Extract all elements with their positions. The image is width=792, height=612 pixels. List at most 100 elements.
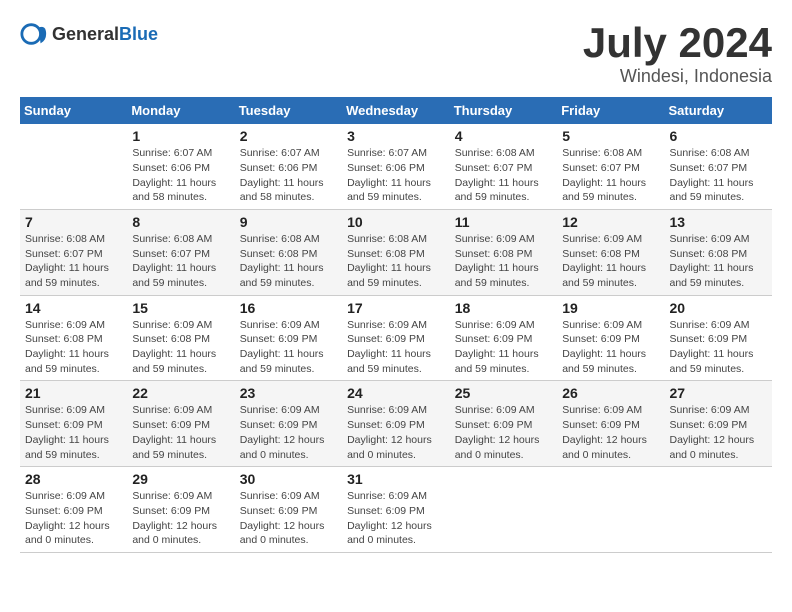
weekday-header-friday: Friday	[557, 97, 664, 124]
day-info: Sunrise: 6:08 AMSunset: 6:07 PMDaylight:…	[669, 146, 767, 205]
day-info: Sunrise: 6:09 AMSunset: 6:09 PMDaylight:…	[562, 403, 659, 462]
day-number: 27	[669, 385, 767, 401]
day-info: Sunrise: 6:08 AMSunset: 6:08 PMDaylight:…	[240, 232, 337, 291]
day-number: 6	[669, 128, 767, 144]
day-number: 20	[669, 300, 767, 316]
day-info: Sunrise: 6:09 AMSunset: 6:09 PMDaylight:…	[240, 318, 337, 377]
day-number: 3	[347, 128, 445, 144]
day-info: Sunrise: 6:09 AMSunset: 6:09 PMDaylight:…	[562, 318, 659, 377]
day-number: 29	[132, 471, 229, 487]
day-info: Sunrise: 6:08 AMSunset: 6:07 PMDaylight:…	[455, 146, 552, 205]
day-number: 15	[132, 300, 229, 316]
calendar-cell: 7Sunrise: 6:08 AMSunset: 6:07 PMDaylight…	[20, 209, 127, 295]
calendar-cell: 19 Sunrise: 6:09 AMSunset: 6:09 PMDayligh…	[557, 295, 664, 381]
day-info: Sunrise: 6:09 AMSunset: 6:09 PMDaylight:…	[347, 318, 445, 377]
calendar-cell: 29 Sunrise: 6:09 AMSunset: 6:09 PMDayligh…	[127, 467, 234, 553]
weekday-header-thursday: Thursday	[450, 97, 557, 124]
day-info: Sunrise: 6:09 AMSunset: 6:08 PMDaylight:…	[132, 318, 229, 377]
month-year-title: July 2024	[583, 20, 772, 66]
calendar-cell: 15 Sunrise: 6:09 AMSunset: 6:08 PMDayligh…	[127, 295, 234, 381]
calendar-cell: 24 Sunrise: 6:09 AMSunset: 6:09 PMDayligh…	[342, 381, 450, 467]
calendar-cell	[20, 124, 127, 209]
weekday-header-sunday: Sunday	[20, 97, 127, 124]
day-info: Sunrise: 6:08 AMSunset: 6:08 PMDaylight:…	[347, 232, 445, 291]
day-number: 5	[562, 128, 659, 144]
calendar-cell: 1 Sunrise: 6:07 AMSunset: 6:06 PMDaylight…	[127, 124, 234, 209]
day-number: 23	[240, 385, 337, 401]
day-number: 22	[132, 385, 229, 401]
day-info: Sunrise: 6:09 AMSunset: 6:09 PMDaylight:…	[25, 489, 122, 548]
day-number: 2	[240, 128, 337, 144]
day-number: 11	[455, 214, 552, 230]
calendar-cell: 6 Sunrise: 6:08 AMSunset: 6:07 PMDaylight…	[664, 124, 772, 209]
day-info: Sunrise: 6:09 AMSunset: 6:09 PMDaylight:…	[455, 403, 552, 462]
calendar-cell: 23 Sunrise: 6:09 AMSunset: 6:09 PMDayligh…	[235, 381, 342, 467]
day-number: 17	[347, 300, 445, 316]
day-info: Sunrise: 6:09 AMSunset: 6:09 PMDaylight:…	[240, 403, 337, 462]
calendar-cell: 21Sunrise: 6:09 AMSunset: 6:09 PMDayligh…	[20, 381, 127, 467]
calendar-cell: 13 Sunrise: 6:09 AMSunset: 6:08 PMDayligh…	[664, 209, 772, 295]
day-number: 9	[240, 214, 337, 230]
day-info: Sunrise: 6:07 AMSunset: 6:06 PMDaylight:…	[132, 146, 229, 205]
calendar-cell: 4 Sunrise: 6:08 AMSunset: 6:07 PMDaylight…	[450, 124, 557, 209]
day-info: Sunrise: 6:09 AMSunset: 6:09 PMDaylight:…	[669, 403, 767, 462]
logo-general-text: General	[52, 24, 119, 44]
day-number: 8	[132, 214, 229, 230]
weekday-header-saturday: Saturday	[664, 97, 772, 124]
day-info: Sunrise: 6:09 AMSunset: 6:08 PMDaylight:…	[25, 318, 122, 377]
day-number: 26	[562, 385, 659, 401]
day-info: Sunrise: 6:09 AMSunset: 6:09 PMDaylight:…	[25, 403, 122, 462]
calendar-cell: 27 Sunrise: 6:09 AMSunset: 6:09 PMDayligh…	[664, 381, 772, 467]
calendar-table: SundayMondayTuesdayWednesdayThursdayFrid…	[20, 97, 772, 553]
day-number: 1	[132, 128, 229, 144]
logo-icon	[20, 20, 48, 48]
calendar-cell: 26 Sunrise: 6:09 AMSunset: 6:09 PMDayligh…	[557, 381, 664, 467]
location-subtitle: Windesi, Indonesia	[583, 66, 772, 87]
weekday-header-tuesday: Tuesday	[235, 97, 342, 124]
day-number: 25	[455, 385, 552, 401]
weekday-header-wednesday: Wednesday	[342, 97, 450, 124]
day-number: 30	[240, 471, 337, 487]
calendar-cell: 17 Sunrise: 6:09 AMSunset: 6:09 PMDayligh…	[342, 295, 450, 381]
day-info: Sunrise: 6:08 AMSunset: 6:07 PMDaylight:…	[562, 146, 659, 205]
day-info: Sunrise: 6:09 AMSunset: 6:08 PMDaylight:…	[669, 232, 767, 291]
day-info: Sunrise: 6:07 AMSunset: 6:06 PMDaylight:…	[240, 146, 337, 205]
calendar-cell: 12Sunrise: 6:09 AMSunset: 6:08 PMDayligh…	[557, 209, 664, 295]
title-block: July 2024 Windesi, Indonesia	[583, 20, 772, 87]
day-number: 16	[240, 300, 337, 316]
calendar-cell: 10 Sunrise: 6:08 AMSunset: 6:08 PMDayligh…	[342, 209, 450, 295]
calendar-cell: 14 Sunrise: 6:09 AMSunset: 6:08 PMDayligh…	[20, 295, 127, 381]
calendar-cell: 2 Sunrise: 6:07 AMSunset: 6:06 PMDaylight…	[235, 124, 342, 209]
weekday-header-monday: Monday	[127, 97, 234, 124]
calendar-week-row: 28 Sunrise: 6:09 AMSunset: 6:09 PMDayligh…	[20, 467, 772, 553]
day-info: Sunrise: 6:09 AMSunset: 6:08 PMDaylight:…	[562, 232, 659, 291]
day-info: Sunrise: 6:09 AMSunset: 6:09 PMDaylight:…	[455, 318, 552, 377]
calendar-cell: 20 Sunrise: 6:09 AMSunset: 6:09 PMDayligh…	[664, 295, 772, 381]
page-header: GeneralBlue July 2024 Windesi, Indonesia	[20, 20, 772, 87]
day-info: Sunrise: 6:09 AMSunset: 6:08 PMDaylight:…	[455, 232, 552, 291]
day-info: Sunrise: 6:09 AMSunset: 6:09 PMDaylight:…	[347, 403, 445, 462]
calendar-week-row: 14 Sunrise: 6:09 AMSunset: 6:08 PMDayligh…	[20, 295, 772, 381]
calendar-cell: 31Sunrise: 6:09 AMSunset: 6:09 PMDayligh…	[342, 467, 450, 553]
day-number: 10	[347, 214, 445, 230]
day-info: Sunrise: 6:09 AMSunset: 6:09 PMDaylight:…	[240, 489, 337, 548]
day-info: Sunrise: 6:09 AMSunset: 6:09 PMDaylight:…	[132, 403, 229, 462]
day-number: 19	[562, 300, 659, 316]
day-number: 31	[347, 471, 445, 487]
calendar-cell	[557, 467, 664, 553]
calendar-cell: 9 Sunrise: 6:08 AMSunset: 6:08 PMDaylight…	[235, 209, 342, 295]
calendar-cell: 18Sunrise: 6:09 AMSunset: 6:09 PMDayligh…	[450, 295, 557, 381]
logo: GeneralBlue	[20, 20, 158, 48]
calendar-week-row: 1 Sunrise: 6:07 AMSunset: 6:06 PMDaylight…	[20, 124, 772, 209]
day-info: Sunrise: 6:08 AMSunset: 6:07 PMDaylight:…	[25, 232, 122, 291]
day-number: 24	[347, 385, 445, 401]
calendar-cell: 11 Sunrise: 6:09 AMSunset: 6:08 PMDayligh…	[450, 209, 557, 295]
day-number: 13	[669, 214, 767, 230]
day-info: Sunrise: 6:09 AMSunset: 6:09 PMDaylight:…	[669, 318, 767, 377]
day-number: 14	[25, 300, 122, 316]
day-number: 4	[455, 128, 552, 144]
day-number: 28	[25, 471, 122, 487]
calendar-cell: 30 Sunrise: 6:09 AMSunset: 6:09 PMDayligh…	[235, 467, 342, 553]
calendar-week-row: 21Sunrise: 6:09 AMSunset: 6:09 PMDayligh…	[20, 381, 772, 467]
day-info: Sunrise: 6:09 AMSunset: 6:09 PMDaylight:…	[132, 489, 229, 548]
